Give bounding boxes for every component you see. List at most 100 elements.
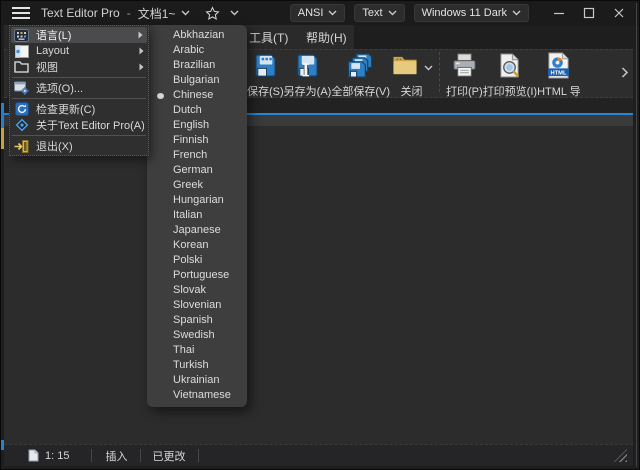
save-all-icon [346, 52, 376, 84]
language-menu-item[interactable]: Brazilian [147, 58, 247, 73]
language-menu-item[interactable]: Slovak [147, 283, 247, 298]
language-menu-item[interactable]: English [147, 118, 247, 133]
options-icon [13, 81, 30, 96]
main-menu: 语言(L) Layout 视图 选项(O)... [9, 25, 149, 156]
toolbar-button[interactable]: 保存(S) [247, 50, 284, 96]
language-menu-item[interactable]: Vietnamese [147, 388, 247, 403]
submenu-arrow-icon [135, 47, 144, 55]
menu-item[interactable]: Layout [10, 43, 148, 59]
submenu-arrow-icon [134, 31, 143, 39]
titlebar: Text Editor Pro - 文档1~ ANSI Text Windows… [1, 1, 639, 25]
print-preview-icon [497, 52, 522, 84]
tab-help[interactable]: 帮助(H) [300, 25, 353, 49]
favorites-chevron-down-icon[interactable] [230, 10, 239, 16]
document-icon [28, 449, 39, 462]
check-updates-icon [13, 102, 30, 117]
language-menu-item[interactable]: Slovenian [147, 298, 247, 313]
radio-selected-icon [157, 93, 164, 100]
language-menu-item[interactable]: Ukrainian [147, 373, 247, 388]
chevron-down-icon [388, 10, 397, 16]
language-menu-item[interactable]: Dutch [147, 103, 247, 118]
app-window: Text Editor Pro - 文档1~ ANSI Text Windows… [0, 0, 640, 470]
edge-marker-yellow [1, 128, 4, 149]
html-export-icon: HTML [546, 52, 571, 84]
document-selector[interactable]: 文档1~ [138, 5, 176, 22]
theme-value: Windows 11 Dark [422, 7, 507, 19]
edge-marker-blue [1, 103, 4, 128]
language-menu-item[interactable]: Polski [147, 253, 247, 268]
toolbar-button[interactable]: 另存为(A) [284, 50, 332, 96]
hamburger-menu-icon[interactable] [12, 7, 30, 19]
view-icon [13, 60, 30, 75]
language-menu-item[interactable]: German [147, 163, 247, 178]
title-separator: - [127, 6, 131, 20]
theme-dropdown[interactable]: Windows 11 Dark [414, 4, 529, 22]
language-menu-item[interactable]: Arabic [147, 43, 247, 58]
language-menu-item[interactable]: Hungarian [147, 193, 247, 208]
language-menu-item[interactable]: French [147, 148, 247, 163]
insert-mode-indicator[interactable]: 插入 [105, 448, 127, 464]
language-menu-item[interactable]: Japanese [147, 223, 247, 238]
language-menu-item[interactable]: Portuguese [147, 268, 247, 283]
menu-separator [12, 77, 146, 78]
document-chevron-down-icon[interactable] [181, 10, 190, 16]
toolbar-overflow-chevron-icon[interactable] [621, 65, 629, 83]
encoding-value: ANSI [298, 7, 324, 19]
modified-indicator: 已更改 [152, 448, 185, 464]
language-menu-item[interactable]: Korean [147, 238, 247, 253]
edge-marker-blue [1, 440, 4, 450]
filetype-dropdown[interactable]: Text [354, 4, 404, 22]
menu-item[interactable]: 语言(L) [11, 27, 147, 43]
menu-separator [12, 98, 146, 99]
minimize-button[interactable] [545, 2, 573, 24]
caret-position: 1: 15 [45, 450, 69, 462]
layout-icon [13, 44, 30, 59]
dropdown-chevron-icon[interactable] [424, 65, 433, 71]
tab-tools[interactable]: 工具(T) [243, 25, 294, 49]
toolbar-button[interactable]: 打印(P) [446, 50, 483, 96]
language-menu-item[interactable]: Abkhazian [147, 28, 247, 43]
svg-text:HTML: HTML [551, 70, 567, 76]
resize-grip[interactable] [614, 449, 627, 462]
print-icon [451, 52, 478, 84]
chevron-down-icon [512, 10, 521, 16]
menu-item[interactable]: 关于Text Editor Pro(A) [10, 117, 148, 133]
menu-item[interactable]: 检查更新(C) [10, 101, 148, 117]
maximize-button[interactable] [575, 2, 603, 24]
toolbar-button[interactable]: 打印预览(I) [483, 50, 537, 96]
toolbar-button[interactable]: 全部保存(V) [331, 50, 390, 96]
submenu-arrow-icon [135, 63, 144, 71]
language-menu-item[interactable]: Thai [147, 343, 247, 358]
statusbar-divider [91, 449, 92, 462]
save-as-icon [294, 52, 321, 84]
statusbar-divider [198, 449, 199, 462]
editor-area[interactable] [4, 126, 633, 444]
language-menu-item[interactable]: Italian [147, 208, 247, 223]
menu-item[interactable]: 退出(X) [10, 138, 148, 154]
toolbar-separator [439, 52, 440, 92]
chevron-down-icon [328, 10, 337, 16]
language-menu-item[interactable]: Swedish [147, 328, 247, 343]
language-submenu: Abkhazian Arabic Brazilian Bulgarian Chi… [147, 25, 247, 407]
language-icon [13, 28, 30, 43]
toolbar-button[interactable]: HTML HTML 导 [537, 50, 581, 96]
encoding-dropdown[interactable]: ANSI [290, 4, 346, 22]
toolbar-button[interactable]: 关闭 [390, 50, 433, 96]
favorites-star-icon[interactable] [205, 6, 220, 21]
menu-separator [12, 135, 146, 136]
exit-icon [13, 139, 30, 154]
save-icon [252, 52, 279, 84]
statusbar-divider [140, 449, 141, 462]
language-menu-item[interactable]: Finnish [147, 133, 247, 148]
language-menu-item[interactable]: Greek [147, 178, 247, 193]
language-menu-item[interactable]: Bulgarian [147, 73, 247, 88]
close-folder-icon [390, 53, 420, 83]
language-menu-item[interactable]: Spanish [147, 313, 247, 328]
language-menu-item[interactable]: Turkish [147, 358, 247, 373]
menu-item[interactable]: 选项(O)... [10, 80, 148, 96]
window-edge-highlight [636, 3, 637, 467]
close-button[interactable] [605, 2, 633, 24]
language-menu-item[interactable]: Chinese [147, 88, 247, 103]
menu-item[interactable]: 视图 [10, 59, 148, 75]
about-icon [13, 118, 30, 133]
